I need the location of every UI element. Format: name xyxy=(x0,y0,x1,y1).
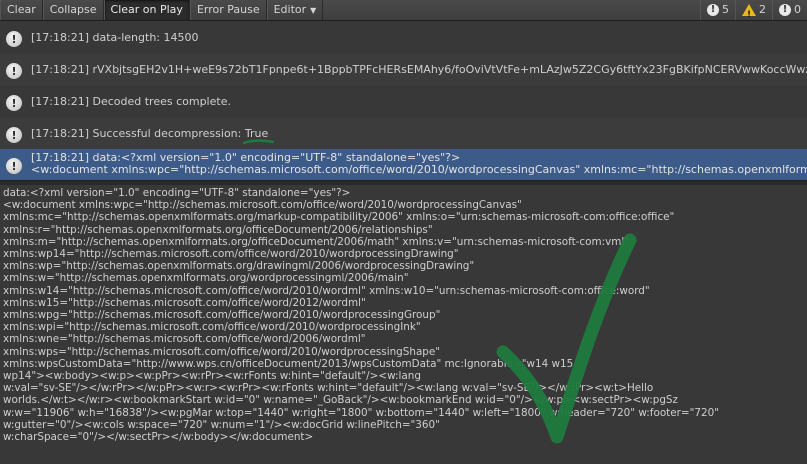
log-entry-text: [17:18:21] data-length: 14500 xyxy=(31,30,199,44)
error-icon: ! xyxy=(779,4,791,16)
detail-line: xmlns:wpi="http://schemas.microsoft.com/… xyxy=(3,321,421,334)
green-underline-annotation xyxy=(242,138,275,144)
detail-line: xmlns:wps="http://schemas.microsoft.com/… xyxy=(3,345,441,358)
log-entry-text: [17:18:21] Successful decompression: Tru… xyxy=(31,126,275,144)
detail-line: w:charSpace="0"/></w:sectPr></w:body></w… xyxy=(3,431,314,444)
info-filter-toggle[interactable]: ! 5 xyxy=(700,0,735,20)
detail-line: xmlns:w="http://schemas.openxmlformats.o… xyxy=(3,272,409,285)
detail-line: w:gutter="0"/><w:cols w:space="720" w:nu… xyxy=(3,418,440,431)
info-icon: ! xyxy=(6,63,22,79)
detail-line: wp14"><w:body><w:p><w:pPr><w:rPr><w:rFon… xyxy=(3,370,421,383)
detail-line: xmlns:wne="http://schemas.microsoft.com/… xyxy=(3,333,366,346)
info-icon: ! xyxy=(6,127,22,143)
info-icon: ! xyxy=(6,158,22,174)
log-entry[interactable]: ! [17:18:21] Successful decompression: T… xyxy=(0,117,807,149)
detail-line: worlds.</w:t></w:r><w:bookmarkStart w:id… xyxy=(3,394,678,407)
info-icon: ! xyxy=(6,31,22,47)
info-icon: ! xyxy=(707,4,719,16)
detail-line: xmlns:wp14="http://schemas.microsoft.com… xyxy=(3,248,459,261)
detail-line: xmlns:mc="http://schemas.openxmlformats.… xyxy=(3,211,675,224)
detail-line: w:val="sv-SE"/></w:rPr></w:pPr><w:r><w:r… xyxy=(3,382,654,395)
log-list: ! [17:18:21] data-length: 14500 ! [17:18… xyxy=(0,21,807,181)
log-entry-text: [17:18:21] Decoded trees complete. xyxy=(31,94,231,108)
console-toolbar: Clear Collapse Clear on Play Error Pause… xyxy=(0,0,807,25)
detail-line: xmlns:w15="http://schemas.microsoft.com/… xyxy=(3,296,366,309)
log-entry-prefix: [17:18:21] Successful decompression: xyxy=(31,126,245,140)
log-entry-selected[interactable]: ! [17:18:21] data:<?xml version="1.0" en… xyxy=(0,149,807,181)
log-entry-line: <w:document xmlns:wpc="http://schemas.mi… xyxy=(31,163,807,176)
warning-filter-toggle[interactable]: 2 xyxy=(735,0,772,25)
log-entry[interactable]: ! [17:18:21] Decoded trees complete. xyxy=(0,85,807,117)
editor-dropdown[interactable]: Editor ▼ xyxy=(266,0,324,20)
detail-line: xmlns:wpg="http://schemas.microsoft.com/… xyxy=(3,309,441,322)
clear-on-play-toggle[interactable]: Clear on Play xyxy=(103,0,190,20)
detail-line: data:<?xml version="1.0" encoding="UTF-8… xyxy=(3,187,351,199)
editor-dropdown-label: Editor xyxy=(273,3,307,16)
warning-icon xyxy=(742,4,756,25)
detail-line: xmlns:r="http://schemas.openxmlformats.o… xyxy=(3,223,433,236)
chevron-down-icon: ▼ xyxy=(310,6,317,15)
error-count: 0 xyxy=(794,3,801,16)
info-count: 5 xyxy=(722,3,729,16)
log-entry-text: [17:18:21] data:<?xml version="1.0" enco… xyxy=(31,149,807,176)
error-filter-toggle[interactable]: ! 0 xyxy=(772,0,807,20)
detail-line: xmlns:w14="http://schemas.microsoft.com/… xyxy=(3,284,650,297)
detail-line: xmlns:wpsCustomData="http://www.wps.cn/o… xyxy=(3,357,574,370)
detail-line: xmlns:m="http://schemas.openxmlformats.o… xyxy=(3,235,630,248)
collapse-button[interactable]: Collapse xyxy=(42,0,104,20)
error-pause-button[interactable]: Error Pause xyxy=(189,0,267,20)
log-entry[interactable]: ! [17:18:21] rVXbjtsgEH2v1H+weE9s72bT1Fp… xyxy=(0,53,807,85)
info-icon: ! xyxy=(6,95,22,111)
log-detail-text: data:<?xml version="1.0" encoding="UTF-8… xyxy=(0,185,807,443)
detail-line: xmlns:wp="http://schemas.openxmlformats.… xyxy=(3,260,475,273)
decompression-result: True xyxy=(242,127,275,144)
log-detail-pane: data:<?xml version="1.0" encoding="UTF-8… xyxy=(0,185,807,464)
warning-count: 2 xyxy=(759,3,766,16)
clear-button[interactable]: Clear xyxy=(0,0,43,20)
log-entry-text: [17:18:21] rVXbjtsgEH2v1H+weE9s72bT1Fpnp… xyxy=(31,62,807,76)
log-entry[interactable]: ! [17:18:21] data-length: 14500 xyxy=(0,21,807,53)
detail-line: w:w="11906" w:h="16838"/><w:pgMar w:top=… xyxy=(3,406,720,419)
detail-line: <w:document xmlns:wpc="http://schemas.mi… xyxy=(3,199,522,212)
